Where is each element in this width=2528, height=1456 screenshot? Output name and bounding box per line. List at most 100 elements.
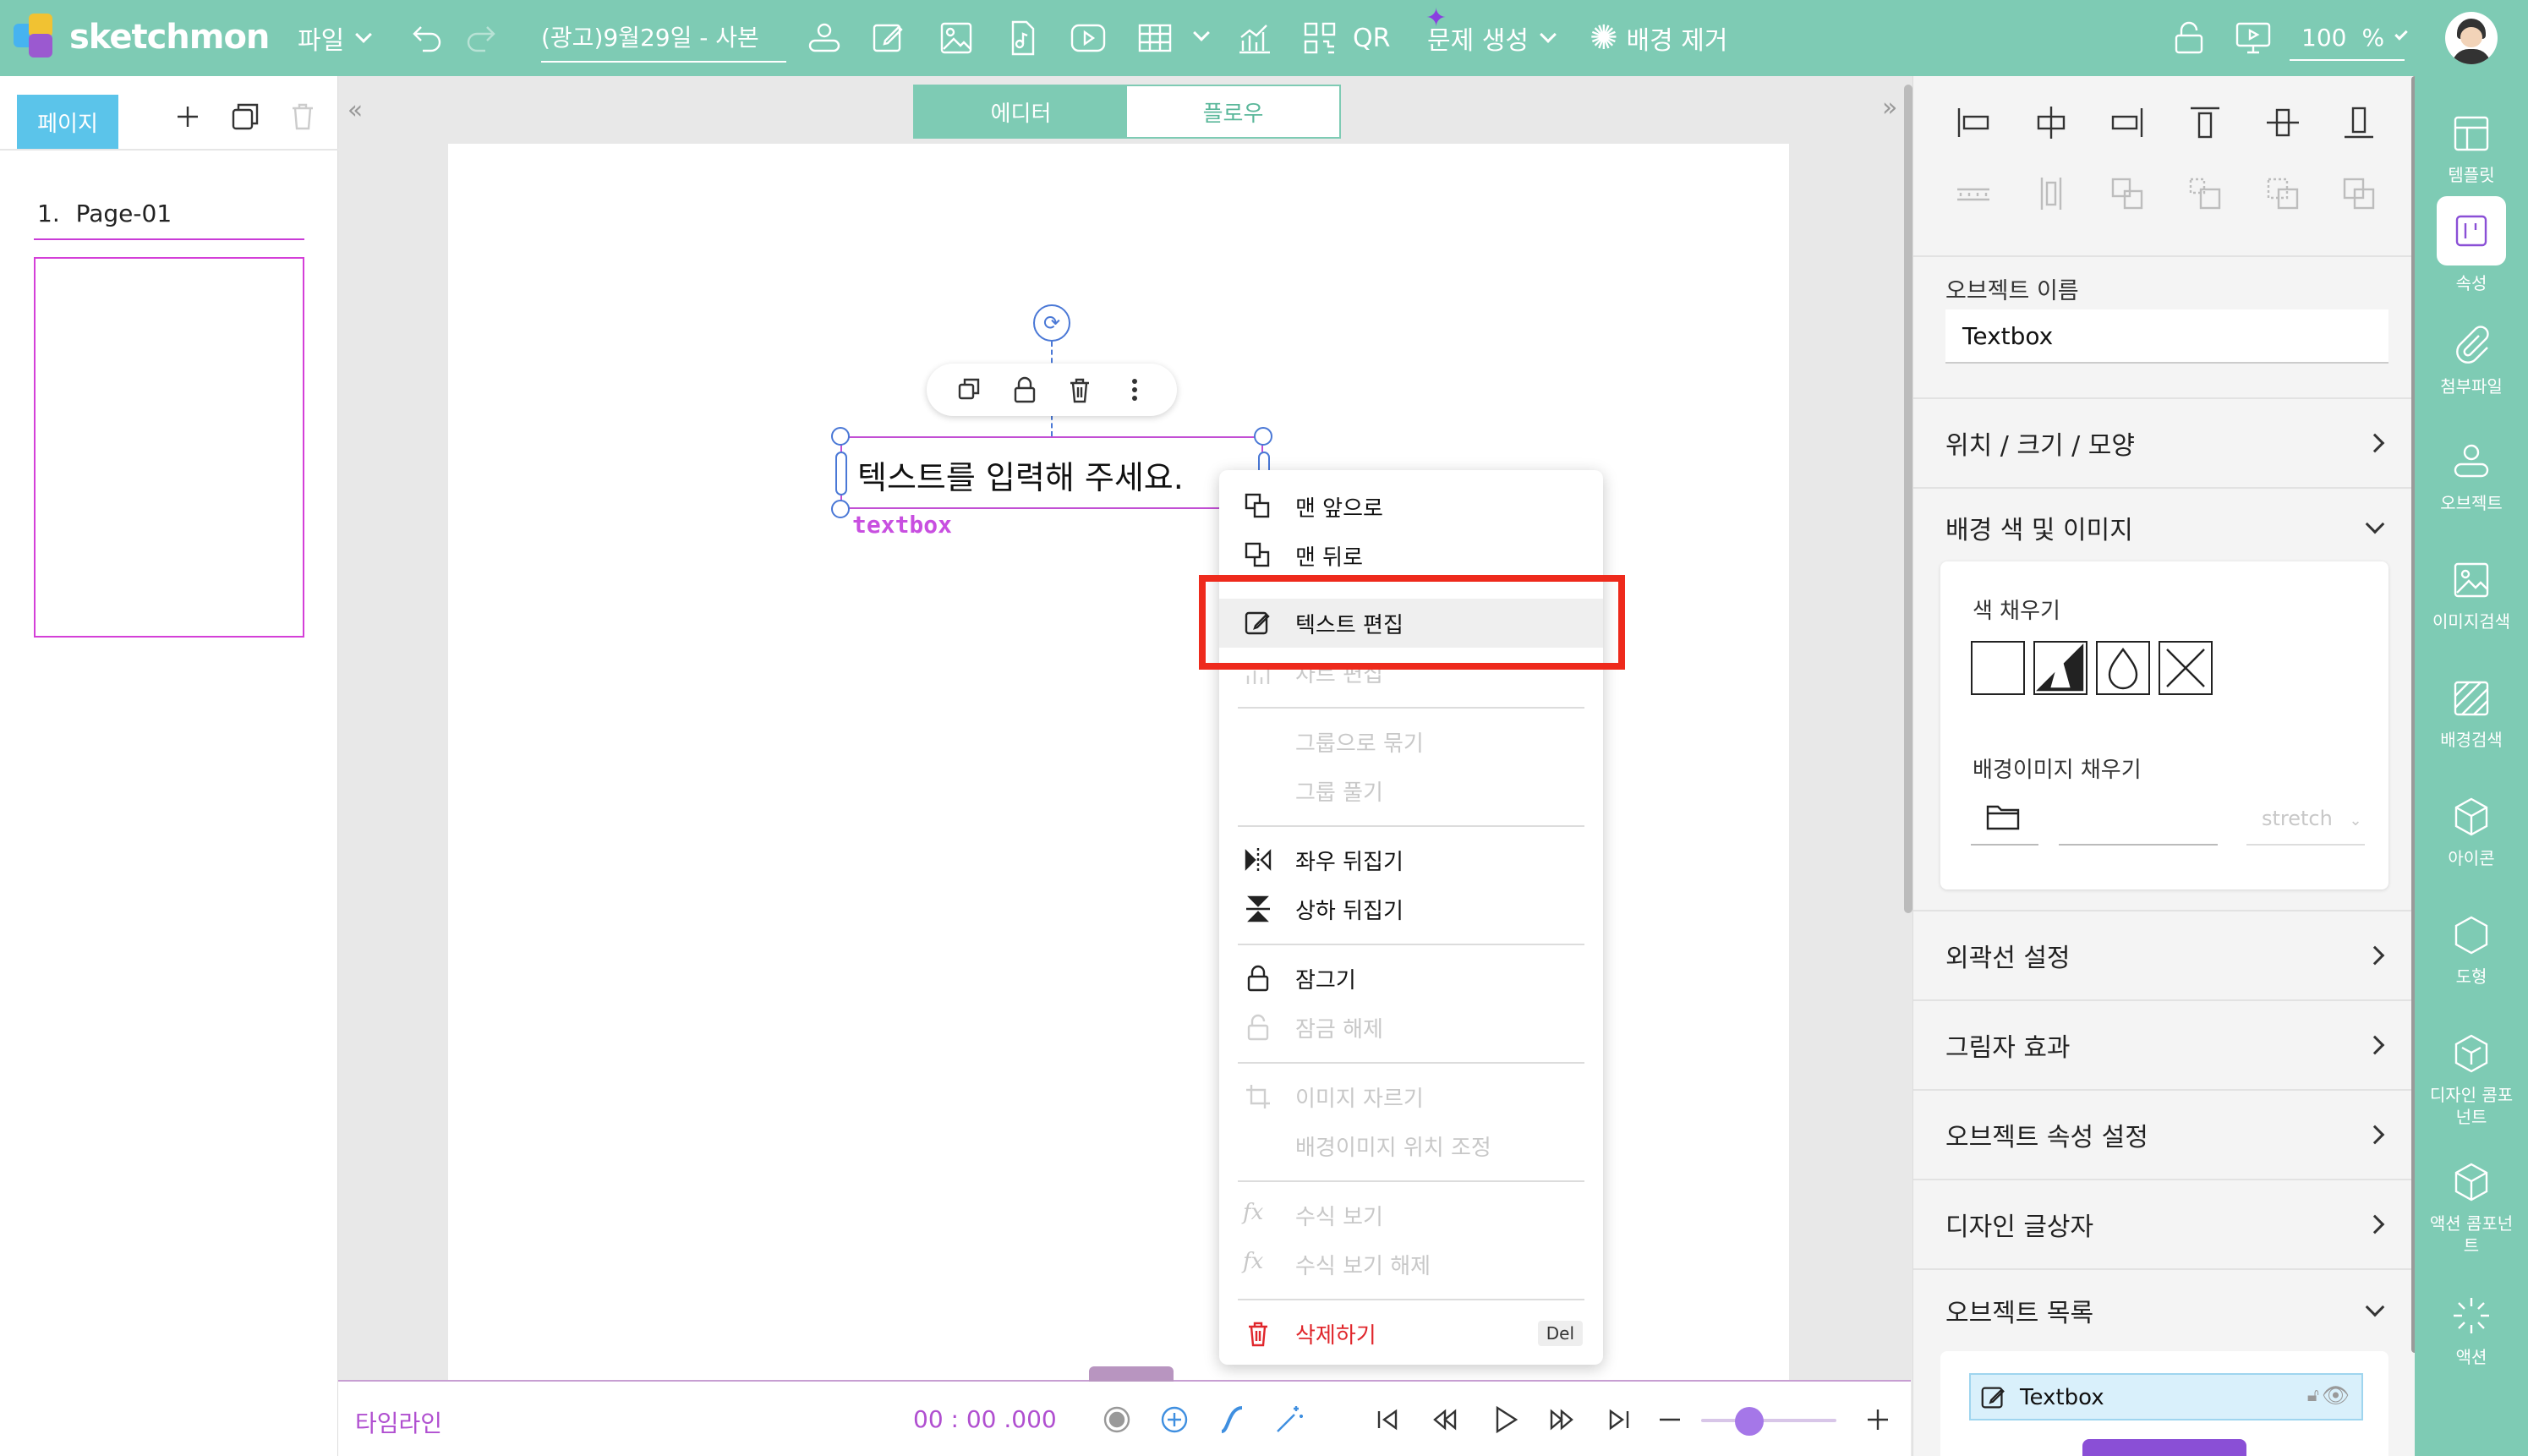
sidebar-item-shapes[interactable]: 도형	[2415, 905, 2528, 1023]
more-icon[interactable]	[1118, 373, 1152, 407]
menu-unlock[interactable]: 잠금 해제	[1219, 1003, 1603, 1052]
play-icon[interactable]	[1485, 1400, 1524, 1439]
canvas-scrollbar[interactable]	[1904, 85, 1912, 913]
qr-icon[interactable]	[1300, 19, 1339, 57]
menu-crop-image[interactable]: 이미지 자르기	[1219, 1072, 1603, 1121]
lock-icon[interactable]	[2170, 19, 2208, 57]
align-right-icon[interactable]	[2106, 101, 2148, 144]
fill-drop-icon[interactable]	[2096, 641, 2150, 695]
bg-image-url-field[interactable]	[2059, 844, 2218, 846]
sidebar-item-template[interactable]: 템플릿	[2415, 76, 2528, 194]
fill-clear-icon[interactable]	[2159, 641, 2213, 695]
magic-wand-icon[interactable]	[1270, 1400, 1309, 1439]
tab-pages[interactable]: 페이지	[17, 95, 118, 149]
bring-forward-icon[interactable]	[2262, 172, 2304, 215]
fill-solid-button[interactable]	[2033, 641, 2088, 695]
ungroup-icon[interactable]	[2184, 172, 2226, 215]
video-icon[interactable]	[1069, 19, 1108, 57]
align-bottom-icon[interactable]	[2338, 101, 2380, 144]
section-background[interactable]: 배경 색 및 이미지	[1913, 489, 2416, 567]
file-menu[interactable]: 파일	[298, 0, 373, 76]
delete-page-icon[interactable]	[284, 98, 321, 135]
sidebar-item-background-search[interactable]: 배경검색	[2415, 668, 2528, 786]
rotate-handle[interactable]: ⟳	[1033, 304, 1070, 342]
skip-end-icon[interactable]	[1600, 1400, 1639, 1439]
timeline-drag-handle[interactable]	[1089, 1366, 1174, 1382]
sidebar-item-icons[interactable]: 아이콘	[2415, 786, 2528, 905]
resize-handle-bottom-left[interactable]	[831, 500, 850, 518]
skip-start-icon[interactable]	[1368, 1400, 1407, 1439]
distribute-vertical-icon[interactable]	[2030, 172, 2072, 215]
image-icon[interactable]	[937, 19, 976, 57]
duplicate-icon[interactable]	[953, 373, 987, 407]
stretch-select[interactable]: stretch ⌄	[2246, 807, 2365, 846]
menu-send-to-back[interactable]: 맨 뒤로	[1219, 531, 1603, 580]
zoom-in-icon[interactable]	[1858, 1400, 1897, 1439]
qr-button[interactable]: QR	[1353, 0, 1390, 76]
object-name-input[interactable]: Textbox	[1945, 309, 2388, 364]
fill-none-button[interactable]	[1971, 641, 2025, 695]
timeline-label[interactable]: 타임라인	[355, 1405, 442, 1439]
section-object-list[interactable]: 오브젝트 목록	[1913, 1270, 2416, 1351]
audio-icon[interactable]	[1003, 19, 1042, 57]
record-icon[interactable]	[1097, 1400, 1136, 1439]
zoom-slider-knob[interactable]	[1735, 1407, 1764, 1436]
section-position-size-shape[interactable]: 위치 / 크기 / 모양	[1913, 399, 2416, 487]
sidebar-item-actions[interactable]: 액션	[2415, 1285, 2528, 1404]
section-outline[interactable]: 외곽선 설정	[1913, 911, 2416, 999]
resize-handle-top-left[interactable]	[831, 427, 850, 446]
add-page-icon[interactable]	[169, 98, 206, 135]
distribute-horizontal-icon[interactable]	[1952, 172, 1994, 215]
document-title[interactable]: (광고)9월29일 - 사본	[541, 12, 786, 63]
curve-icon[interactable]	[1212, 1400, 1251, 1439]
group-icon[interactable]	[2106, 172, 2148, 215]
collapse-left-button[interactable]: «	[338, 76, 372, 144]
menu-delete[interactable]: 삭제하기 Del	[1219, 1309, 1603, 1358]
avatar[interactable]	[2445, 12, 2498, 64]
section-design-textbox[interactable]: 디자인 글상자	[1913, 1180, 2416, 1268]
delete-icon[interactable]	[1063, 373, 1097, 407]
add-keyframe-icon[interactable]	[1155, 1400, 1194, 1439]
align-center-horizontal-icon[interactable]	[2030, 101, 2072, 144]
quiz-generate-menu[interactable]: ✦ 문제 생성	[1425, 0, 1557, 76]
duplicate-page-icon[interactable]	[227, 98, 264, 135]
section-object-properties[interactable]: 오브젝트 속성 설정	[1913, 1091, 2416, 1179]
menu-lock[interactable]: 잠그기	[1219, 954, 1603, 1003]
redo-icon[interactable]	[463, 19, 502, 57]
resize-handle-top-right[interactable]	[1254, 427, 1272, 446]
align-top-icon[interactable]	[2184, 101, 2226, 144]
menu-ungroup[interactable]: 그룹 풀기	[1219, 766, 1603, 815]
sidebar-item-design-components[interactable]: 디자인 콤포넌트	[2415, 1023, 2528, 1141]
align-left-icon[interactable]	[1952, 101, 1994, 144]
send-backward-icon[interactable]	[2338, 172, 2380, 215]
menu-hide-formula[interactable]: fx 수식 보기 해제	[1219, 1240, 1603, 1289]
section-shadow[interactable]: 그림자 효과	[1913, 1001, 2416, 1089]
resize-handle-left[interactable]	[835, 452, 847, 495]
menu-show-formula[interactable]: fx 수식 보기	[1219, 1191, 1603, 1240]
zoom-out-icon[interactable]	[1650, 1400, 1689, 1439]
tab-editor[interactable]: 에디터	[915, 86, 1127, 137]
chart-icon[interactable]	[1234, 19, 1273, 57]
page-list-item[interactable]: 1. Page-01	[37, 200, 172, 227]
visibility-icon[interactable]: 👁︎	[2322, 1383, 2350, 1409]
background-remove-button[interactable]: ✺ 배경 제거	[1590, 0, 1727, 76]
fast-forward-icon[interactable]	[1542, 1400, 1581, 1439]
object-list-scroll-tab[interactable]	[2082, 1439, 2246, 1456]
page-thumbnail[interactable]	[34, 257, 304, 638]
preview-icon[interactable]	[2234, 19, 2273, 57]
menu-group[interactable]: 그룹으로 묶기	[1219, 717, 1603, 766]
align-center-vertical-icon[interactable]	[2262, 101, 2304, 144]
zoom-select[interactable]: 100 %	[2290, 15, 2408, 61]
rewind-icon[interactable]	[1425, 1400, 1464, 1439]
edit-icon[interactable]	[869, 19, 908, 57]
app-logo[interactable]: sketchmon	[12, 12, 270, 63]
object-list-item[interactable]: Textbox 🔓︎ 👁︎	[1969, 1373, 2363, 1420]
sidebar-item-properties[interactable]: 속성	[2415, 194, 2528, 313]
undo-icon[interactable]	[406, 19, 445, 57]
sidebar-item-attachment[interactable]: 첨부파일	[2415, 313, 2528, 431]
menu-bring-to-front[interactable]: 맨 앞으로	[1219, 482, 1603, 531]
sidebar-item-action-components[interactable]: 액션 콤포넌트	[2415, 1158, 2528, 1277]
objects-icon[interactable]	[805, 19, 844, 57]
lock-icon[interactable]	[1008, 373, 1042, 407]
sidebar-item-image-search[interactable]: 이미지검색	[2415, 550, 2528, 668]
